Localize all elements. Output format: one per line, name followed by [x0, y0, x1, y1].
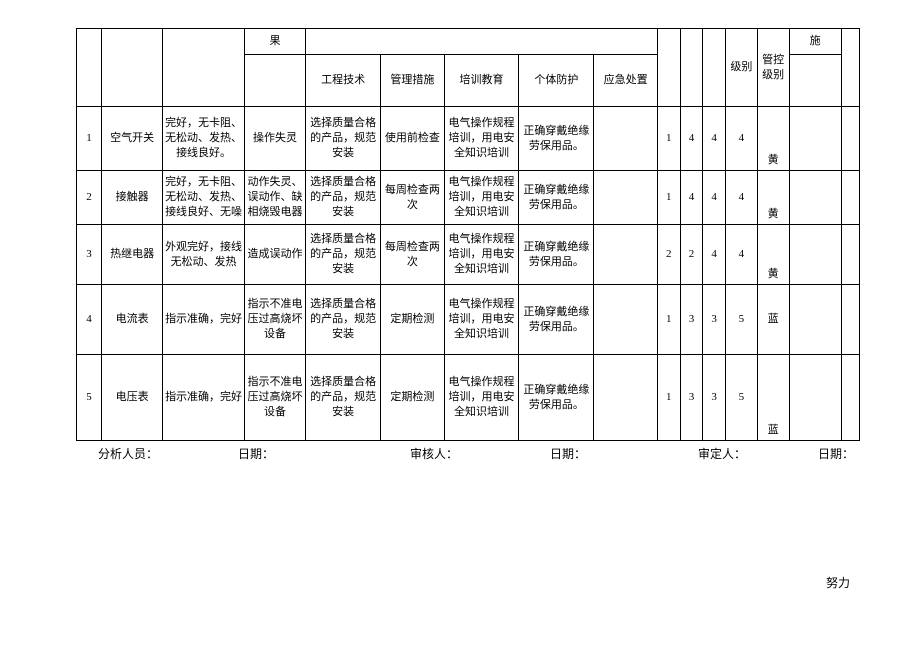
cell-idx: 4 [77, 285, 102, 355]
cell-emg [594, 285, 658, 355]
cell-train: 电气操作规程培训，用电安全知识培训 [444, 171, 519, 225]
cell-n1: 2 [657, 225, 680, 285]
table-row: 5 电压表 指示准确，完好 指示不准电压过高烧坏设备 选择质量合格的产品，规范安… [77, 355, 860, 441]
label-date3: 日期： [818, 445, 854, 462]
header-row-1: 果 级别 管控级别 施 [77, 29, 860, 55]
cell-eng: 选择质量合格的产品，规范安装 [306, 285, 381, 355]
cell-idx: 5 [77, 355, 102, 441]
hdr-res-partial: 果 [244, 29, 305, 55]
cell-ppe: 正确穿戴绝缘劳保用品。 [519, 225, 594, 285]
cell-lvl1: 5 [726, 285, 758, 355]
cell-n2: 4 [680, 107, 703, 171]
table-row: 2 接触器 完好，无卡阻、无松动、发热、接线良好、无噪 动作失灵、误动作、缺相烧… [77, 171, 860, 225]
cell-n3: 3 [703, 285, 726, 355]
cell-meas [789, 225, 841, 285]
cell-chk: 指示准确，完好 [163, 355, 245, 441]
risk-table: 果 级别 管控级别 施 工程技术 管理措施 培训教育 个体防护 应急处置 1 空… [76, 28, 860, 441]
cell-name: 接触器 [101, 171, 162, 225]
cell-n2: 4 [680, 171, 703, 225]
cell-n1: 1 [657, 285, 680, 355]
cell-meas [789, 171, 841, 225]
hdr-level: 级别 [726, 29, 758, 107]
cell-emg [594, 171, 658, 225]
cell-name: 电压表 [101, 355, 162, 441]
cell-lvl1: 4 [726, 225, 758, 285]
label-reviewer: 审核人： [410, 445, 550, 462]
cell-emg [594, 107, 658, 171]
cell-lvl2: 蓝 [757, 355, 789, 441]
hdr-mgmt: 管理措施 [381, 55, 445, 107]
table-row: 1 空气开关 完好，无卡阻、无松动、发热、接线良好。 操作失灵 选择质量合格的产… [77, 107, 860, 171]
cell-mgmt: 使用前检查 [381, 107, 445, 171]
hdr-ppe: 个体防护 [519, 55, 594, 107]
cell-eng: 选择质量合格的产品，规范安装 [306, 225, 381, 285]
hdr-eng: 工程技术 [306, 55, 381, 107]
cell-n3: 4 [703, 107, 726, 171]
cell-mgmt: 定期检测 [381, 355, 445, 441]
cell-chk: 完好，无卡阻、无松动、发热、接线良好。 [163, 107, 245, 171]
cell-idx: 3 [77, 225, 102, 285]
hdr-meas-partial: 施 [789, 29, 841, 55]
cell-eng: 选择质量合格的产品，规范安装 [306, 355, 381, 441]
cell-name: 空气开关 [101, 107, 162, 171]
cell-lvl1: 4 [726, 107, 758, 171]
cell-ppe: 正确穿戴绝缘劳保用品。 [519, 285, 594, 355]
cell-ppe: 正确穿戴绝缘劳保用品。 [519, 355, 594, 441]
cell-n3: 4 [703, 225, 726, 285]
cell-emg [594, 225, 658, 285]
label-analyst: 分析人员： [98, 445, 238, 462]
cell-meas [789, 355, 841, 441]
cell-chk: 完好，无卡阻、无松动、发热、接线良好、无噪 [163, 171, 245, 225]
cell-res: 指示不准电压过高烧坏设备 [244, 355, 305, 441]
cell-res: 造成误动作 [244, 225, 305, 285]
cell-lvl2: 蓝 [757, 285, 789, 355]
cell-n1: 1 [657, 171, 680, 225]
cell-mgmt: 定期检测 [381, 285, 445, 355]
signature-row: 分析人员： 日期： 审核人： 日期： 审定人： 日期： [76, 441, 860, 462]
label-approver: 审定人： [698, 445, 818, 462]
cell-n3: 4 [703, 171, 726, 225]
cell-chk: 指示准确，完好 [163, 285, 245, 355]
cell-train: 电气操作规程培训，用电安全知识培训 [444, 355, 519, 441]
hdr-ctrl-level: 管控级别 [757, 29, 789, 107]
cell-lvl1: 4 [726, 171, 758, 225]
cell-eng: 选择质量合格的产品，规范安装 [306, 171, 381, 225]
cell-lvl2: 黄 [757, 225, 789, 285]
cell-eng: 选择质量合格的产品，规范安装 [306, 107, 381, 171]
cell-emg [594, 355, 658, 441]
label-date1: 日期： [238, 445, 410, 462]
cell-lvl1: 5 [726, 355, 758, 441]
cell-n2: 3 [680, 285, 703, 355]
cell-n3: 3 [703, 355, 726, 441]
page-footer-text: 努力 [826, 574, 850, 591]
cell-name: 电流表 [101, 285, 162, 355]
cell-meas [789, 285, 841, 355]
label-date2: 日期： [550, 445, 698, 462]
cell-idx: 1 [77, 107, 102, 171]
cell-meas [789, 107, 841, 171]
cell-train: 电气操作规程培训，用电安全知识培训 [444, 225, 519, 285]
cell-ppe: 正确穿戴绝缘劳保用品。 [519, 171, 594, 225]
cell-lvl2: 黄 [757, 107, 789, 171]
hdr-emg: 应急处置 [594, 55, 658, 107]
cell-idx: 2 [77, 171, 102, 225]
hdr-train: 培训教育 [444, 55, 519, 107]
cell-lvl2: 黄 [757, 171, 789, 225]
cell-res: 指示不准电压过高烧坏设备 [244, 285, 305, 355]
cell-n2: 2 [680, 225, 703, 285]
cell-ppe: 正确穿戴绝缘劳保用品。 [519, 107, 594, 171]
cell-mgmt: 每周检查两次 [381, 171, 445, 225]
cell-n2: 3 [680, 355, 703, 441]
cell-chk: 外观完好，接线无松动、发热 [163, 225, 245, 285]
cell-mgmt: 每周检查两次 [381, 225, 445, 285]
cell-train: 电气操作规程培训，用电安全知识培训 [444, 107, 519, 171]
cell-res: 操作失灵 [244, 107, 305, 171]
table-row: 3 热继电器 外观完好，接线无松动、发热 造成误动作 选择质量合格的产品，规范安… [77, 225, 860, 285]
cell-res: 动作失灵、误动作、缺相烧毁电器 [244, 171, 305, 225]
cell-name: 热继电器 [101, 225, 162, 285]
table-row: 4 电流表 指示准确，完好 指示不准电压过高烧坏设备 选择质量合格的产品，规范安… [77, 285, 860, 355]
cell-n1: 1 [657, 107, 680, 171]
cell-train: 电气操作规程培训，用电安全知识培训 [444, 285, 519, 355]
cell-n1: 1 [657, 355, 680, 441]
